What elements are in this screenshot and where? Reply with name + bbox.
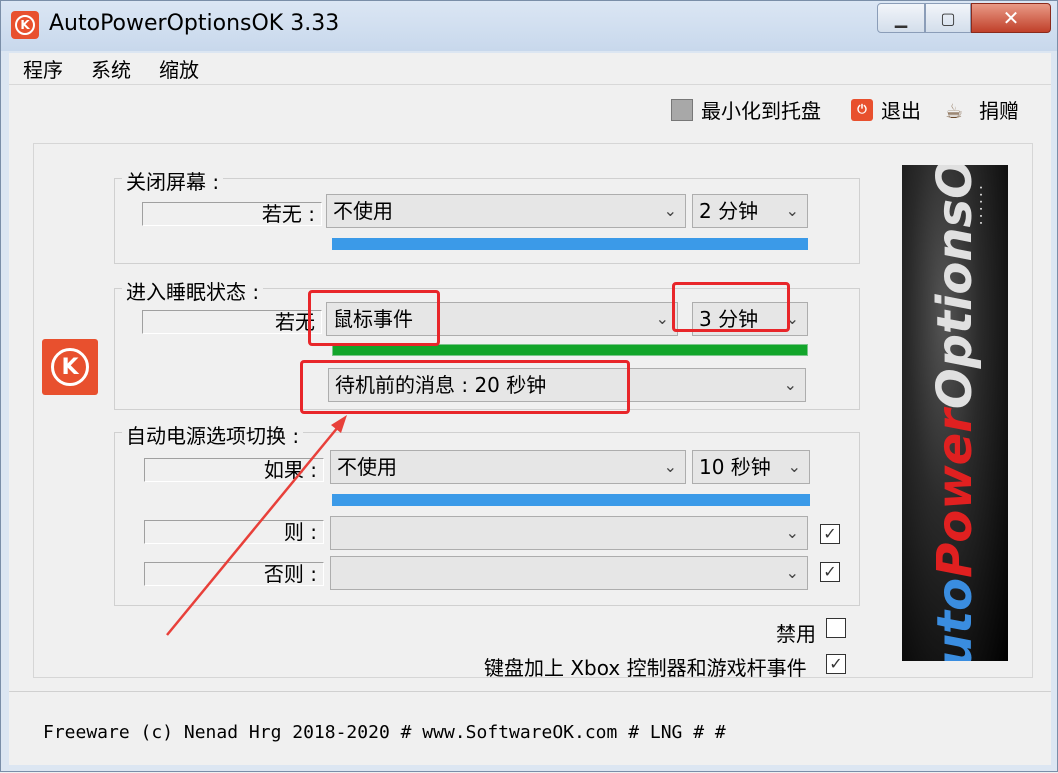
keyboard-xbox-label: 键盘加上 Xbox 控制器和游戏杆事件 [484,656,807,680]
auto-switch-then-checkbox[interactable]: ✓ [820,524,840,544]
exit-button[interactable]: ⏻ 退出 [851,95,921,124]
screen-off-progress-bar [332,238,808,250]
auto-switch-then-label: 则 : [144,520,324,544]
minimize-to-tray-button[interactable]: 最小化到托盘 [671,95,821,124]
sleep-message-value: 待机前的消息 : 20 秒钟 [335,373,547,397]
auto-switch-group-label: 自动电源选项切换 : [122,420,304,449]
banner-title: AutoPowerOptionsOK [927,165,983,661]
minimize-button[interactable]: ▁ [877,3,925,33]
auto-switch-else-select[interactable]: ⌄ [330,556,808,590]
screen-off-group-label: 关闭屏幕 : [122,166,224,195]
chevron-down-icon: ⌄ [663,201,677,220]
donate-button[interactable]: ☕ 捐赠 [945,95,1019,124]
keyboard-xbox-checkbox[interactable]: ✓ [826,654,846,674]
donate-label: 捐赠 [979,99,1019,123]
chevron-down-icon: ⌄ [785,563,799,582]
screen-off-condition-label: 若无 : [142,202,322,226]
client-area: 最小化到托盘 ⏻ 退出 ☕ 捐赠 关闭屏幕 : 若无 : 不使用 ⌄ 2 分钟 … [9,85,1051,765]
screen-off-event-select[interactable]: 不使用 ⌄ [326,194,686,228]
app-logo-icon: K [11,11,39,39]
app-window: K AutoPowerOptionsOK 3.33 ▁ ▢ ✕ 程序 系统 缩放… [0,0,1058,772]
sleep-group-label: 进入睡眠状态 : [122,276,264,305]
sleep-condition-label: 若无 [142,310,322,334]
menu-item-system[interactable]: 系统 [77,54,145,83]
app-logo-large: K [42,339,98,395]
auto-switch-else-label: 否则 : [144,562,324,586]
auto-switch-else-checkbox[interactable]: ✓ [820,562,840,582]
power-icon: ⏻ [851,98,873,121]
title-bar[interactable]: K AutoPowerOptionsOK 3.33 ▁ ▢ ✕ [1,1,1057,51]
brand-banner: ...... AutoPowerOptionsOK [902,165,1008,661]
screen-off-time-value: 2 分钟 [699,199,759,223]
chevron-down-icon: ⌄ [785,201,799,220]
chevron-down-icon: ⌄ [663,457,677,476]
sleep-time-value: 3 分钟 [699,307,759,331]
disable-checkbox[interactable] [826,618,846,638]
auto-switch-if-time-value: 10 秒钟 [699,455,771,479]
maximize-icon: ▢ [940,8,956,28]
screen-off-time-select[interactable]: 2 分钟 ⌄ [692,194,808,228]
sleep-progress-bar [332,344,808,356]
menu-item-program[interactable]: 程序 [9,54,77,83]
coffee-cup-icon: ☕ [945,98,963,123]
chevron-down-icon: ⌄ [787,457,801,476]
auto-switch-then-select[interactable]: ⌄ [330,516,808,550]
chevron-down-icon: ⌄ [785,309,799,328]
auto-switch-if-value: 不使用 [337,455,397,479]
banner-title-options: OptionsOK [927,165,983,410]
status-text: Freeware (c) Nenad Hrg 2018-2020 # www.S… [43,722,726,743]
chevron-down-icon: ⌄ [783,375,797,394]
auto-switch-progress-bar [332,494,810,506]
auto-switch-if-label: 如果 : [144,458,324,482]
screen-off-event-value: 不使用 [333,199,393,223]
sleep-message-select[interactable]: 待机前的消息 : 20 秒钟 ⌄ [328,368,806,402]
menu-item-zoom[interactable]: 缩放 [145,54,213,83]
maximize-button[interactable]: ▢ [925,3,971,33]
status-bar: Freeware (c) Nenad Hrg 2018-2020 # www.S… [9,691,1051,765]
chevron-down-icon: ⌄ [655,309,669,328]
sleep-event-select[interactable]: 鼠标事件 ⌄ [326,302,678,336]
chevron-down-icon: ⌄ [785,523,799,542]
disable-label: 禁用 [776,622,816,646]
menu-bar: 程序 系统 缩放 [9,53,1051,85]
auto-switch-if-time-select[interactable]: 10 秒钟 ⌄ [692,450,810,484]
banner-title-auto: Auto [927,577,983,661]
auto-switch-if-select[interactable]: 不使用 ⌄ [330,450,686,484]
minimize-icon: ▁ [894,8,908,28]
window-title: AutoPowerOptionsOK 3.33 [49,11,340,36]
close-button[interactable]: ✕ [971,3,1051,33]
exit-label: 退出 [881,99,921,123]
banner-title-power: Power [927,409,983,578]
minimize-to-tray-label: 最小化到托盘 [701,99,821,123]
close-icon: ✕ [1002,6,1020,30]
sleep-time-select[interactable]: 3 分钟 ⌄ [692,302,808,336]
sleep-event-value: 鼠标事件 [333,307,413,331]
tray-icon [671,98,693,121]
window-controls: ▁ ▢ ✕ [877,3,1051,33]
settings-panel: 关闭屏幕 : 若无 : 不使用 ⌄ 2 分钟 ⌄ 进入睡眠状态 : 若无 鼠标事… [33,143,1033,680]
